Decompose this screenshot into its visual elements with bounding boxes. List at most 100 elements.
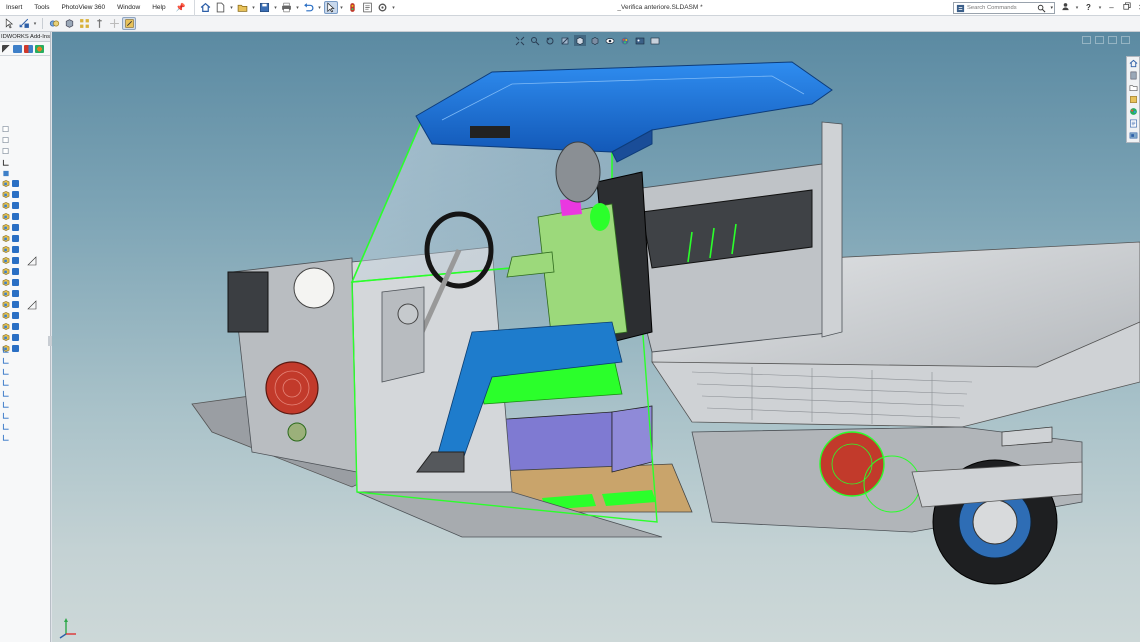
cmd-move-component-icon[interactable] <box>107 17 121 30</box>
mate-folder-icon <box>2 346 9 353</box>
cmd-insert-component-icon[interactable] <box>62 17 76 30</box>
component-tree-item[interactable] <box>2 178 50 189</box>
vehicle-assembly-model[interactable] <box>52 32 1140 642</box>
graphics-viewport[interactable] <box>52 32 1140 642</box>
part-icon <box>12 213 19 220</box>
coordinate-triad-icon <box>59 618 76 639</box>
cmd-linear-pattern-icon[interactable] <box>77 17 91 30</box>
rear-motor <box>819 431 885 497</box>
options-dropdown-icon[interactable]: ▾ <box>391 5 397 11</box>
menu-help[interactable]: Help <box>146 0 171 16</box>
component-tree-item[interactable] <box>2 233 50 244</box>
folder-tree-item[interactable] <box>2 344 50 355</box>
search-commands-field[interactable]: Search Commands ▾ <box>953 2 1055 14</box>
command-toolbar: ▾ <box>0 16 1140 32</box>
folder-tree-item[interactable] <box>2 410 50 421</box>
part-icon <box>12 191 19 198</box>
undo-icon[interactable] <box>302 1 316 14</box>
cmd-dropdown-icon[interactable]: ▾ <box>32 21 38 27</box>
mate-folder-icon <box>2 379 9 386</box>
roof-panel <box>415 61 833 153</box>
file-properties-icon[interactable] <box>361 1 375 14</box>
new-document-icon[interactable] <box>214 1 228 14</box>
rearview-mirror <box>470 126 510 138</box>
home-icon[interactable] <box>199 1 213 14</box>
component-tree-item[interactable] <box>2 189 50 200</box>
part-icon <box>12 334 19 341</box>
save-dropdown-icon[interactable]: ▾ <box>273 5 279 11</box>
print-icon[interactable] <box>280 1 294 14</box>
cmd-smart-dimension-icon[interactable] <box>17 17 31 30</box>
component-tree-item[interactable] <box>2 321 50 332</box>
help-icon[interactable]: ? <box>1082 2 1095 14</box>
configuration-manager-tab-icon[interactable] <box>24 45 33 53</box>
part-icon <box>12 323 19 330</box>
component-tree-item[interactable] <box>2 266 50 277</box>
folder-tree-item[interactable] <box>2 399 50 410</box>
folder-tree-item[interactable] <box>2 388 50 399</box>
component-tree-item[interactable] <box>2 332 50 343</box>
undo-dropdown-icon[interactable]: ▾ <box>317 5 323 11</box>
tree-item[interactable] <box>2 146 50 157</box>
search-dropdown-icon[interactable]: ▾ <box>1050 3 1053 14</box>
feature-manager-panel: IDWORKS Add-Ins <box>0 32 52 642</box>
rebuild-icon[interactable] <box>346 1 360 14</box>
display-manager-tab-icon[interactable] <box>35 45 44 53</box>
mate-folder-icon <box>2 423 9 430</box>
options-icon[interactable] <box>376 1 390 14</box>
new-dropdown-icon[interactable]: ▾ <box>229 5 235 11</box>
assembly-icon <box>2 312 10 319</box>
cmd-smart-fasteners-icon[interactable] <box>92 17 106 30</box>
minimize-icon[interactable]: – <box>1105 2 1118 14</box>
open-dropdown-icon[interactable]: ▾ <box>251 5 257 11</box>
tree-item[interactable] <box>2 135 50 146</box>
restore-icon[interactable] <box>1120 2 1133 14</box>
part-icon <box>12 235 19 242</box>
menu-photoview[interactable]: PhotoView 360 <box>55 0 111 16</box>
property-manager-tab-icon[interactable] <box>13 45 22 53</box>
component-tree-item[interactable] <box>2 244 50 255</box>
menu-insert[interactable]: Insert <box>0 0 28 16</box>
folder-tree-item[interactable] <box>2 355 50 366</box>
menu-bar: Insert Tools PhotoView 360 Window Help 📌 <box>0 0 190 16</box>
component-tree-item[interactable] <box>2 310 50 321</box>
folder-tree-item[interactable] <box>2 432 50 443</box>
feature-manager-tab-icon[interactable] <box>2 45 11 53</box>
close-icon[interactable]: ✕ <box>1135 2 1140 14</box>
help-dropdown-icon[interactable]: ▾ <box>1097 5 1103 11</box>
coolant-reservoir <box>293 267 335 309</box>
mate-folder-icon <box>2 412 9 419</box>
feature-tree <box>2 124 50 179</box>
addins-tab[interactable]: IDWORKS Add-Ins <box>0 32 50 42</box>
cmd-mate-icon[interactable] <box>47 17 61 30</box>
component-tree-item[interactable] <box>2 299 50 310</box>
driver-head <box>555 141 601 203</box>
component-tree-item[interactable] <box>2 222 50 233</box>
tree-item[interactable] <box>2 124 50 135</box>
folder-tree-item[interactable] <box>2 421 50 432</box>
component-tree-item[interactable] <box>2 200 50 211</box>
select-dropdown-icon[interactable]: ▾ <box>339 5 345 11</box>
component-tree-item[interactable] <box>2 211 50 222</box>
component-tree-item[interactable] <box>2 277 50 288</box>
folder-tree-item[interactable] <box>2 377 50 388</box>
open-folder-icon[interactable] <box>236 1 250 14</box>
user-icon[interactable] <box>1059 2 1072 14</box>
cmd-instant3d-icon[interactable] <box>122 17 136 30</box>
folder-tree <box>2 344 50 443</box>
search-icon[interactable] <box>1037 4 1046 13</box>
quick-access-toolbar: ▾ ▾ ▾ ▾ ▾ ▾ ▾ <box>193 0 397 16</box>
user-dropdown-icon[interactable]: ▾ <box>1074 5 1080 11</box>
component-tree-item[interactable] <box>2 255 50 266</box>
menu-window[interactable]: Window <box>111 0 146 16</box>
print-dropdown-icon[interactable]: ▾ <box>295 5 301 11</box>
select-icon[interactable] <box>323 1 338 14</box>
folder-tree-item[interactable] <box>2 366 50 377</box>
menu-tools[interactable]: Tools <box>28 0 55 16</box>
component-tree-item[interactable] <box>2 288 50 299</box>
cmd-pointer-icon[interactable] <box>2 17 16 30</box>
save-icon[interactable] <box>258 1 272 14</box>
tree-item[interactable] <box>2 157 50 168</box>
pin-menu-icon[interactable]: 📌 <box>176 3 186 13</box>
mate-folder-icon <box>2 368 9 375</box>
